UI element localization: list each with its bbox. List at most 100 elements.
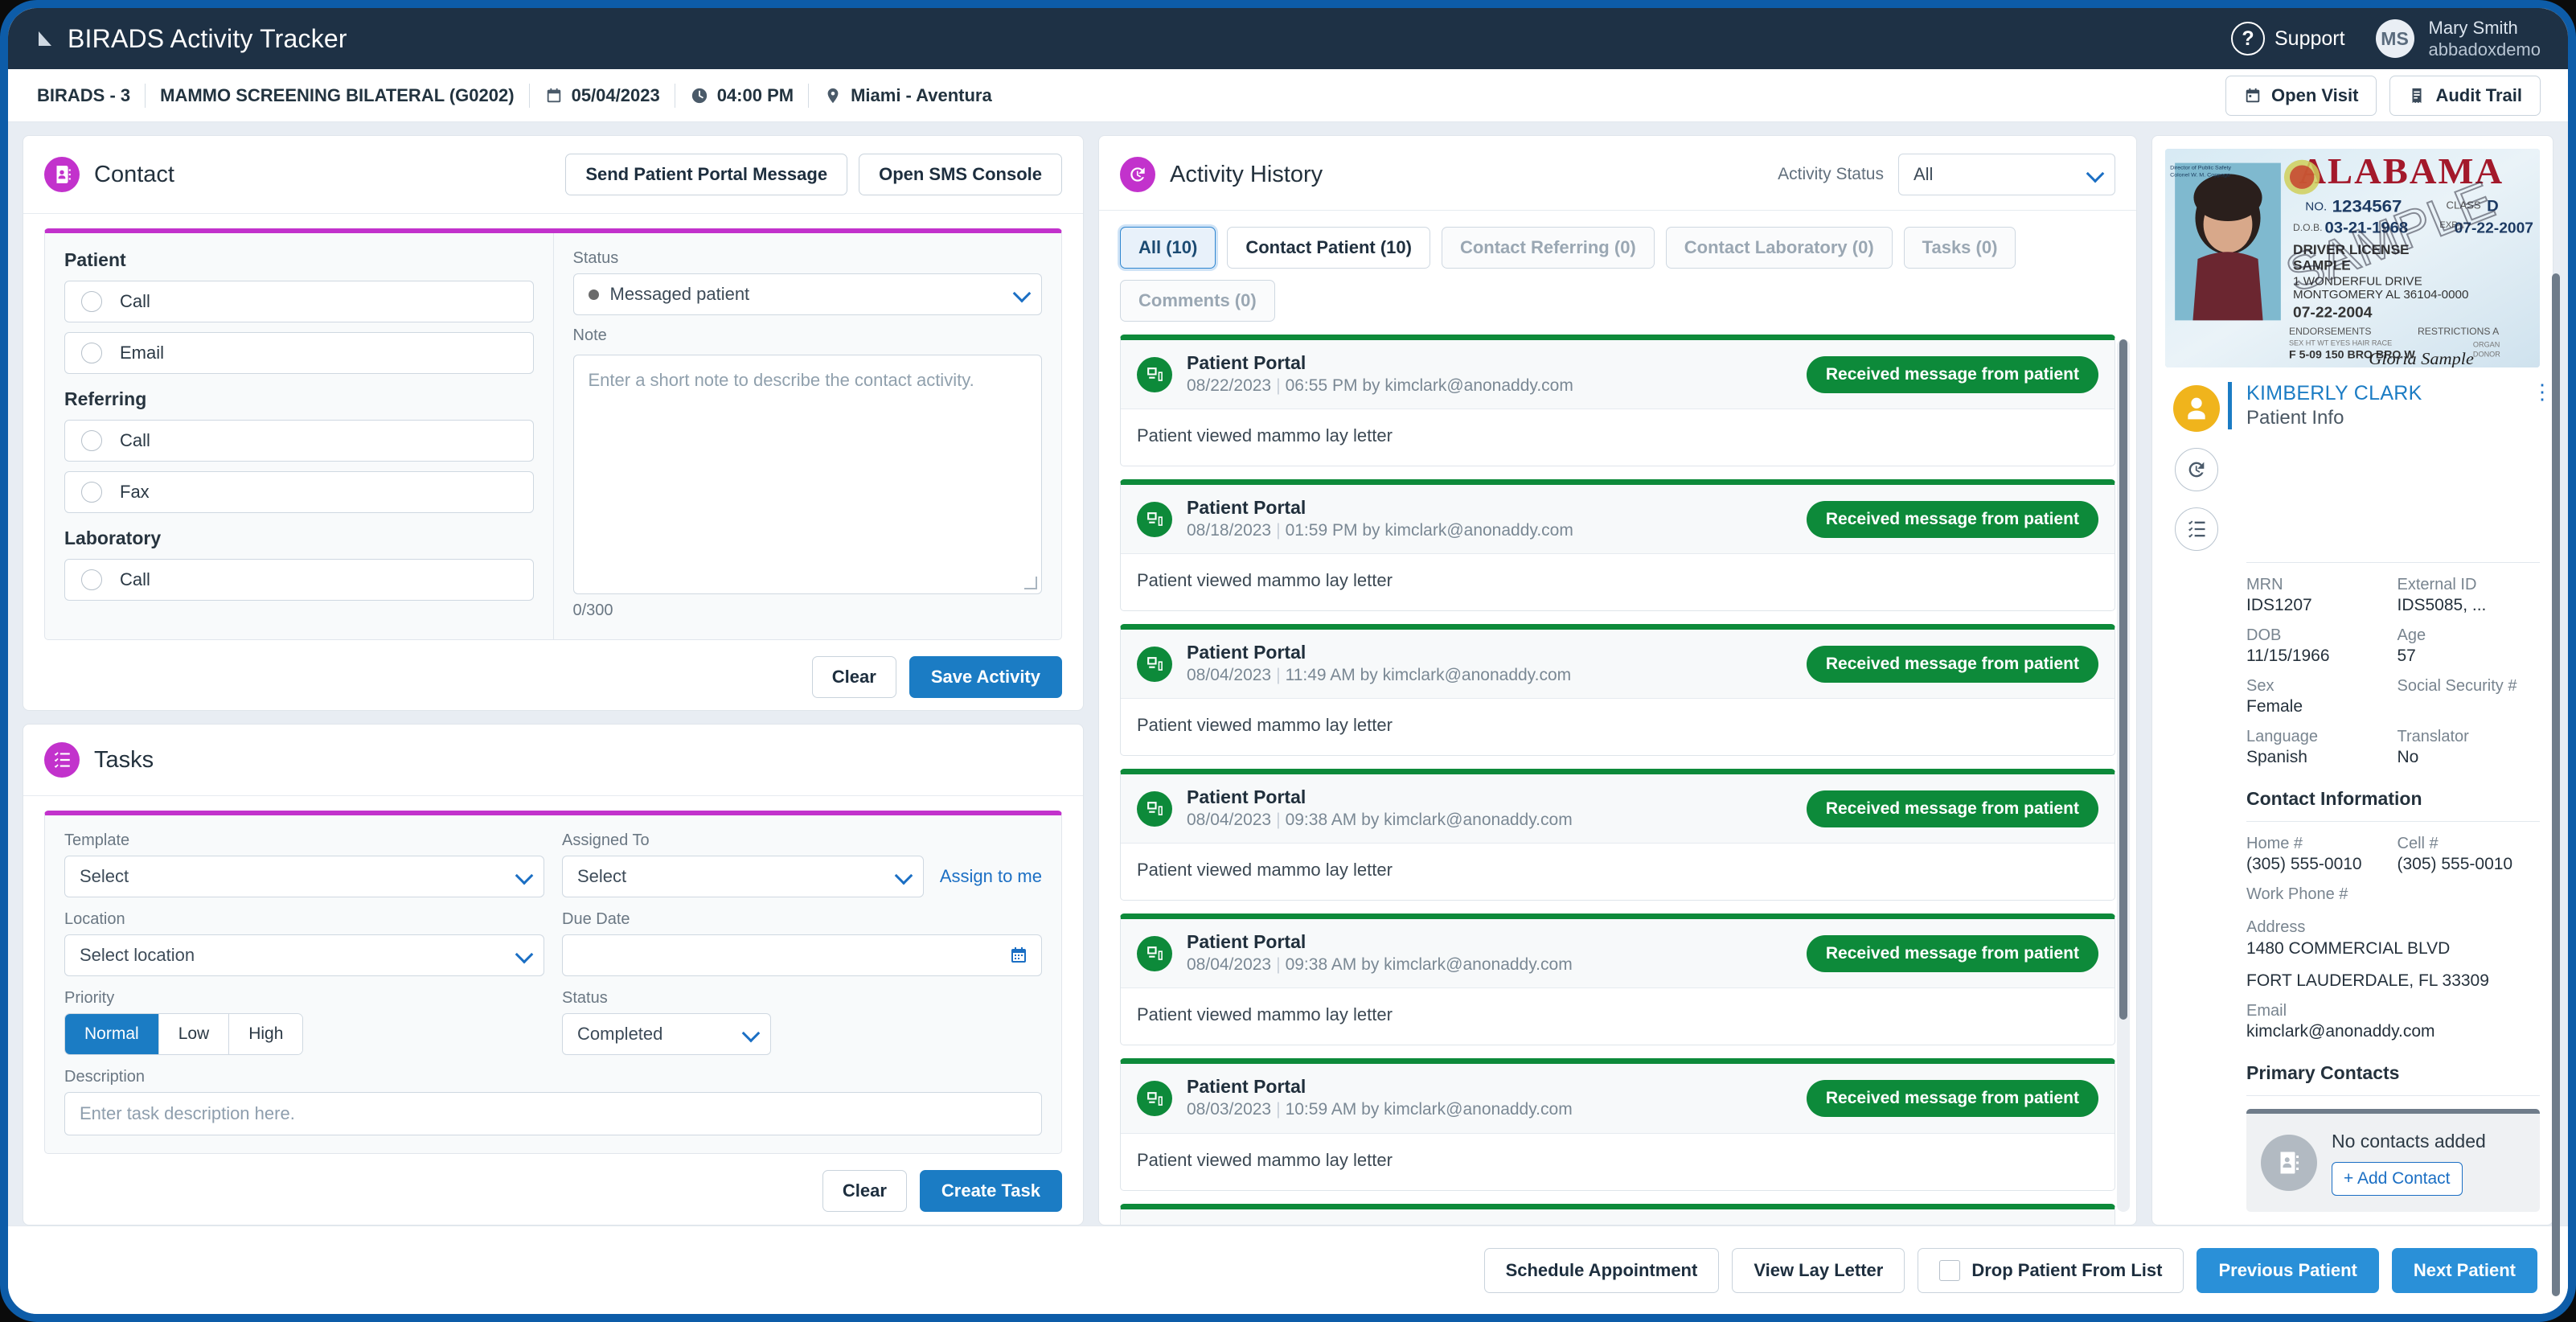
scrollbar-thumb[interactable]	[2119, 339, 2127, 1020]
view-lay-letter-button[interactable]: View Lay Letter	[1732, 1247, 1905, 1293]
save-activity-button[interactable]: Save Activity	[909, 656, 1062, 698]
contact-status-select[interactable]: Messaged patient	[572, 273, 1042, 315]
avatar[interactable]: MS	[2375, 19, 2414, 58]
more-options-icon[interactable]: ⋮	[2532, 381, 2553, 402]
activity-item-header: Patient Portal 08/04/2023 | 11:49 AM by ki…	[1121, 630, 2115, 700]
activity-status-value: All	[1914, 164, 1934, 184]
next-patient-button[interactable]: Next Patient	[2391, 1247, 2537, 1293]
contact-option-patient-call[interactable]: Call	[64, 281, 534, 322]
patient-contact-grid: Home # (305) 555-0010 Cell # (305) 555-0…	[2246, 835, 2540, 874]
activity-item[interactable]: Patient Portal 08/03/2023 | 10:59 AM by ki…	[1120, 1058, 2115, 1191]
contact-option-referring-call[interactable]: Call	[64, 420, 534, 462]
field-ssn: Social Security #	[2398, 677, 2541, 716]
translator-value: No	[2397, 748, 2419, 767]
tab-tasks[interactable]: Tasks (0)	[1903, 227, 2016, 269]
activity-timestamp: 08/04/2023 | 09:38 AM by kimclark@anonaddy…	[1187, 811, 1573, 830]
tab-contact-referring[interactable]: Contact Referring (0)	[1441, 227, 1655, 269]
activity-list-scrollbar[interactable]	[2117, 339, 2130, 1212]
create-task-button[interactable]: Create Task	[919, 1170, 1062, 1213]
patient-portal-icon	[1137, 1081, 1172, 1117]
contact-note-textarea[interactable]: Enter a short note to describe the conta…	[572, 355, 1042, 594]
task-due-date-field: Due Date	[562, 910, 1042, 977]
activity-item[interactable]: Patient Portal 08/22/2023 | 06:55 PM by ki…	[1120, 335, 2115, 467]
sidebar-icon-rail	[2165, 382, 2228, 552]
contact-option-patient-email[interactable]: Email	[64, 332, 534, 374]
question-mark-icon: ?	[2230, 22, 2265, 55]
contact-status-value: Messaged patient	[609, 284, 750, 304]
location-pin-icon	[823, 86, 843, 105]
activity-item[interactable]: Patient Portal 08/04/2023 | 09:38 AM by ki…	[1120, 913, 2115, 1046]
task-template-select[interactable]: Select	[64, 856, 544, 898]
patient-name[interactable]: KIMBERLY CLARK	[2246, 382, 2540, 405]
task-clear-button[interactable]: Clear	[822, 1170, 907, 1213]
footer-action-bar: Schedule Appointment View Lay Letter Dro…	[8, 1226, 2568, 1314]
activity-source: Patient Portal	[1187, 786, 1306, 808]
field-address: Address 1480 COMMERCIAL BLVD FORT LAUDER…	[2246, 918, 2540, 991]
task-assigned-select[interactable]: Select	[562, 856, 924, 898]
activity-item[interactable]: Patient Portal 08/04/2023 | 11:49 AM by ki…	[1120, 624, 2115, 757]
checklist-icon[interactable]	[2175, 507, 2218, 552]
activity-list: Patient Portal 08/22/2023 | 06:55 PM by ki…	[1099, 335, 2136, 1225]
activity-history-header: Activity History Activity Status All	[1099, 136, 2136, 210]
activity-item[interactable]: Patient Portal 08/04/2023 | 09:38 AM by ki…	[1120, 769, 2115, 901]
calendar-icon[interactable]	[1009, 946, 1028, 965]
patient-identity-row: KIMBERLY CLARK Patient Info ⋮	[2165, 381, 2553, 552]
task-location-label: Location	[64, 910, 125, 929]
task-location-select[interactable]: Select location	[64, 934, 544, 977]
task-status-value: Completed	[577, 1024, 663, 1045]
open-sms-console-button[interactable]: Open SMS Console	[859, 154, 1062, 195]
checkbox-icon[interactable]	[1939, 1259, 1961, 1281]
priority-low-button[interactable]: Low	[158, 1014, 230, 1055]
audit-trail-button[interactable]: Audit Trail	[2389, 75, 2541, 116]
activity-item-body: Patient viewed mammo lay letter	[1137, 570, 1393, 591]
activity-item[interactable]: Patient Portal 08/18/2023 | 01:59 PM by ki…	[1120, 479, 2115, 612]
tab-all[interactable]: All (10)	[1120, 227, 1216, 269]
drop-patient-from-list-button[interactable]: Drop Patient From List	[1918, 1247, 2184, 1293]
add-contact-button[interactable]: + Add Contact	[2332, 1162, 2463, 1196]
divider	[2246, 821, 2540, 823]
activity-status-select[interactable]: All	[1898, 154, 2115, 195]
priority-high-button[interactable]: High	[229, 1014, 303, 1055]
chevron-down-icon	[2089, 170, 2102, 179]
activity-item-meta: Patient Portal 08/04/2023 | 09:38 AM by ki…	[1187, 930, 1573, 976]
task-due-date-input[interactable]	[562, 934, 1042, 977]
user-account[interactable]: Mary Smith abbadoxdemo	[2429, 17, 2541, 61]
field-home-phone: Home # (305) 555-0010	[2246, 835, 2389, 874]
language-label: Language	[2246, 728, 2318, 746]
send-patient-portal-message-button[interactable]: Send Patient Portal Message	[565, 154, 848, 195]
previous-patient-button[interactable]: Previous Patient	[2197, 1247, 2379, 1293]
support-button[interactable]: ? Support	[2230, 22, 2345, 55]
sidebar-scrollbar[interactable]	[2552, 273, 2560, 1296]
contact-clear-button[interactable]: Clear	[811, 656, 896, 698]
field-language: Language Spanish	[2246, 728, 2389, 767]
activity-status-filter: Activity Status All	[1778, 154, 2115, 195]
radio-icon	[81, 482, 102, 503]
task-status-select[interactable]: Completed	[562, 1013, 771, 1056]
patient-portal-icon	[1137, 356, 1172, 392]
activity-source: Patient Portal	[1187, 1221, 1573, 1225]
activity-item-header: Patient Portal 08/22/2023 | 06:55 PM by ki…	[1121, 340, 2115, 410]
activity-item[interactable]: Patient Portal 07/31/2023|01:33 PM by ki…	[1120, 1203, 2115, 1225]
contact-form: Patient Call Email Referring Call Fax La…	[44, 228, 1062, 640]
activity-item-meta: Patient Portal 08/04/2023 | 09:38 AM by ki…	[1187, 786, 1573, 831]
task-status-field: Status Completed	[562, 989, 771, 1056]
task-description-label: Description	[64, 1068, 146, 1086]
activity-date: 08/04/2023	[1187, 811, 1272, 830]
contact-option-referring-fax[interactable]: Fax	[64, 471, 534, 513]
task-priority-group: Normal Low High	[64, 1013, 304, 1056]
contact-option-laboratory-call[interactable]: Call	[64, 559, 534, 601]
address-label: Address	[2246, 918, 2306, 937]
task-description-input[interactable]: Enter task description here.	[64, 1092, 1042, 1136]
tab-comments[interactable]: Comments (0)	[1120, 280, 1275, 322]
assign-to-me-link[interactable]: Assign to me	[940, 866, 1042, 897]
open-visit-button[interactable]: Open Visit	[2225, 75, 2377, 116]
schedule-appointment-button[interactable]: Schedule Appointment	[1483, 1247, 1720, 1293]
option-label: Call	[120, 291, 150, 311]
priority-normal-button[interactable]: Normal	[65, 1014, 159, 1055]
group-label-laboratory: Laboratory	[64, 528, 162, 548]
task-assigned-value: Select	[577, 866, 627, 887]
tab-contact-laboratory[interactable]: Contact Laboratory (0)	[1665, 227, 1893, 269]
tab-contact-patient[interactable]: Contact Patient (10)	[1227, 227, 1430, 269]
task-status-label: Status	[562, 989, 608, 1008]
history-icon[interactable]	[2175, 448, 2218, 492]
